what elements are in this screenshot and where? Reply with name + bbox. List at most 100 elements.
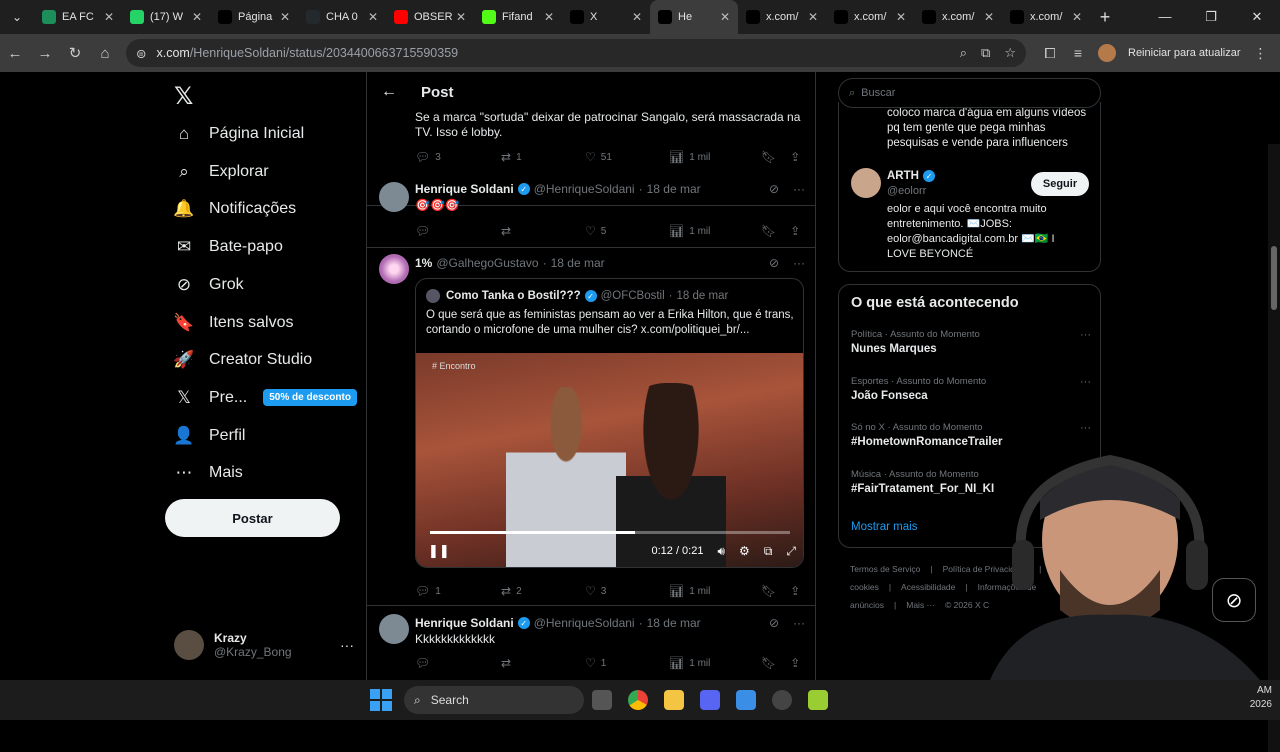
browser-tab[interactable]: OBSER ✕ — [386, 0, 474, 34]
bookmark-icon[interactable]: 🔖︎ — [761, 224, 776, 238]
extensions-icon[interactable]: ⧠ — [1036, 45, 1064, 62]
menu-dots-icon[interactable]: ⋮ — [1247, 45, 1275, 62]
follow-button[interactable]: Seguir — [1031, 172, 1089, 196]
nav-item[interactable]: ⋯ Mais — [174, 463, 243, 483]
share-icon[interactable]: ⇪ — [790, 584, 800, 598]
close-tab-icon[interactable]: ✕ — [192, 10, 202, 24]
nav-item[interactable]: 🚀 Creator Studio — [173, 350, 312, 370]
like-icon[interactable]: ♡ — [585, 584, 596, 598]
views-icon[interactable]: 📊︎ — [669, 150, 684, 164]
nav-item[interactable]: ⌂ Página Inicial — [174, 124, 304, 144]
browser-tab[interactable]: Página ✕ — [210, 0, 298, 34]
browser-tab[interactable]: x.com/ ✕ — [826, 0, 914, 34]
update-button[interactable]: Reiniciar para atualizar — [1122, 47, 1247, 59]
share-icon[interactable]: ⇪ — [790, 224, 800, 238]
browser-tab[interactable]: x.com/ ✕ — [1002, 0, 1090, 34]
views-icon[interactable]: 📊︎ — [669, 656, 684, 670]
reload-icon[interactable]: ↻ — [60, 44, 90, 62]
author-handle[interactable]: @GalhegoGustavo — [436, 256, 538, 270]
post-date[interactable]: 18 de mar — [647, 616, 701, 630]
grok-icon[interactable]: ⊘ — [769, 616, 779, 630]
settings-gear-icon[interactable]: ⚙ — [739, 544, 750, 558]
more-dots-icon[interactable]: ··· — [1080, 376, 1091, 388]
footer-link[interactable]: Termos de Serviço — [850, 564, 920, 574]
repost-icon[interactable]: ⇄ — [501, 656, 511, 670]
close-tab-icon[interactable]: ✕ — [896, 10, 906, 24]
obs-icon[interactable] — [764, 682, 800, 718]
address-bar[interactable]: ⊜ x.com/HenriqueSoldani/status/203440066… — [126, 39, 1026, 67]
close-tab-icon[interactable]: ✕ — [984, 10, 994, 24]
reply-icon[interactable]: 💬︎ — [415, 224, 430, 238]
bookmark-icon[interactable]: 🔖︎ — [761, 656, 776, 670]
close-tab-icon[interactable]: ✕ — [808, 10, 818, 24]
browser-tab[interactable]: EA FC ✕ — [34, 0, 122, 34]
close-tab-icon[interactable]: ✕ — [104, 10, 114, 24]
system-clock[interactable]: AM 2026 — [1250, 684, 1272, 712]
repost-icon[interactable]: ⇄ — [501, 224, 511, 238]
close-window-icon[interactable]: ✕ — [1234, 9, 1280, 25]
zoom-icon[interactable]: ⌕ — [960, 45, 967, 61]
browser-tab[interactable]: CHA 0 ✕ — [298, 0, 386, 34]
video-player[interactable]: # Encontro ❚❚ 0:12 / 0:21 🔊︎ ⚙ ⧉ ⤢ — [416, 353, 803, 567]
more-dots-icon[interactable]: ··· — [340, 637, 354, 653]
browser-tab[interactable]: x.com/ ✕ — [914, 0, 1002, 34]
reply-item[interactable]: Henrique Soldani ✓ @HenriqueSoldani · 18… — [367, 606, 815, 680]
suggestion-name[interactable]: ARTH ✓ — [887, 170, 939, 182]
close-tab-icon[interactable]: ✕ — [544, 10, 554, 24]
nav-item[interactable]: ✉ Bate-papo — [174, 237, 283, 257]
trend-item[interactable]: Política · Assunto do Momento Nunes Marqu… — [851, 329, 1091, 355]
quoted-post[interactable]: Como Tanka o Bostil??? ✓ @OFCBostil · 18… — [415, 278, 804, 568]
back-arrow-icon[interactable]: ← — [0, 45, 30, 62]
volume-icon[interactable]: 🔊︎ — [717, 544, 725, 559]
repost-icon[interactable]: ⇄ — [501, 584, 511, 598]
video-progress-bar[interactable] — [430, 531, 790, 534]
reply-icon[interactable]: 💬︎ — [415, 150, 430, 164]
reply-icon[interactable]: 💬︎ — [415, 656, 430, 670]
post-date[interactable]: 18 de mar — [551, 256, 605, 270]
nav-item[interactable]: 🔔 Notificações — [173, 199, 296, 219]
new-tab-button[interactable]: + — [1090, 7, 1120, 28]
grok-icon[interactable]: ⊘ — [769, 256, 779, 270]
browser-tab[interactable]: (17) W ✕ — [122, 0, 210, 34]
more-dots-icon[interactable]: ··· — [1080, 329, 1091, 341]
post-date[interactable]: 18 de mar — [647, 182, 701, 196]
more-dots-icon[interactable]: ··· — [793, 616, 805, 630]
repost-icon[interactable]: ⇄ — [501, 150, 511, 164]
grok-icon[interactable]: ⊘ — [769, 182, 779, 196]
footer-link[interactable]: Acessibilidade — [901, 582, 955, 592]
discord-icon[interactable] — [692, 682, 728, 718]
close-tab-icon[interactable]: ✕ — [632, 10, 642, 24]
close-tab-icon[interactable]: ✕ — [720, 10, 730, 24]
forward-arrow-icon[interactable]: → — [30, 45, 60, 62]
like-icon[interactable]: ♡ — [585, 656, 596, 670]
share-icon[interactable]: ⇪ — [790, 150, 800, 164]
search-input[interactable]: ⌕ Buscar — [838, 78, 1101, 108]
nav-item[interactable]: 🔖 Itens salvos — [173, 313, 293, 333]
file-explorer-icon[interactable] — [656, 682, 692, 718]
grok-floating-icon[interactable]: ⊘ — [1212, 578, 1256, 622]
home-button-icon[interactable]: ⌂ — [90, 45, 120, 62]
more-dots-icon[interactable]: ··· — [1080, 422, 1091, 434]
app-icon[interactable] — [800, 682, 836, 718]
bookmark-star-icon[interactable]: ☆ — [1004, 45, 1016, 61]
author-name[interactable]: Henrique Soldani — [415, 182, 514, 196]
account-switcher[interactable]: Krazy @Krazy_Bong ··· — [174, 630, 354, 660]
task-view-icon[interactable] — [584, 682, 620, 718]
restore-icon[interactable]: ❐ — [1188, 9, 1234, 25]
like-icon[interactable]: ♡ — [585, 150, 596, 164]
avatar[interactable] — [851, 168, 881, 198]
fullscreen-icon[interactable]: ⤢ — [786, 544, 796, 559]
reply-item[interactable]: 1% @GalhegoGustavo · 18 de mar ⊘ ··· Como… — [367, 248, 815, 606]
close-tab-icon[interactable]: ✕ — [456, 10, 466, 24]
bookmark-icon[interactable]: 🔖︎ — [761, 584, 776, 598]
back-arrow-icon[interactable]: ← — [381, 83, 397, 101]
browser-tab[interactable]: X ✕ — [562, 0, 650, 34]
profile-avatar[interactable] — [1098, 44, 1116, 62]
browser-tab[interactable]: He ✕ — [650, 0, 738, 34]
pause-icon[interactable]: ❚❚ — [428, 543, 450, 559]
browser-tab[interactable]: Fifand ✕ — [474, 0, 562, 34]
close-tab-icon[interactable]: ✕ — [1072, 10, 1082, 24]
share-icon[interactable]: ⇪ — [790, 656, 800, 670]
nav-item[interactable]: ⌕ Explorar — [174, 162, 268, 182]
reply-item[interactable]: Henrique Soldani ✓ @HenriqueSoldani · 18… — [367, 176, 815, 248]
